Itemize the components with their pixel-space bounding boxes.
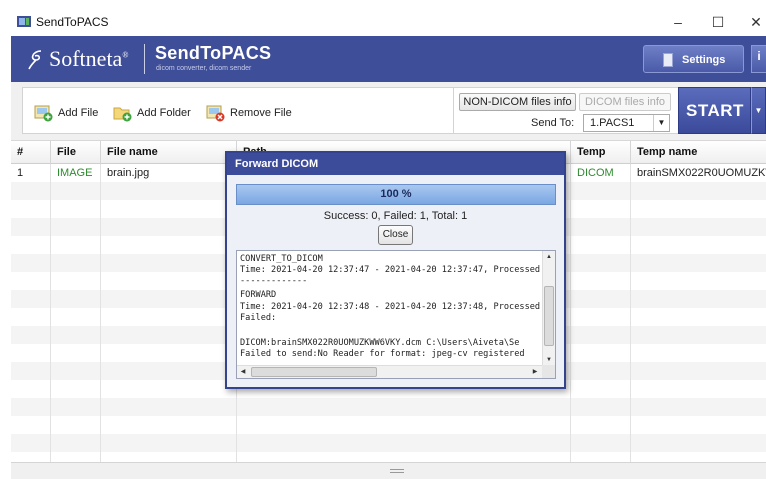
- column-divider: [570, 164, 571, 463]
- scroll-right-icon[interactable]: ▶: [529, 366, 541, 378]
- log-line: -------------: [240, 276, 308, 286]
- close-window-button[interactable]: ✕: [739, 11, 766, 33]
- progress-label: 100 %: [380, 188, 412, 200]
- app-icon: [17, 16, 31, 27]
- column-divider: [50, 164, 51, 463]
- remove-file-label: Remove File: [230, 107, 292, 119]
- scroll-thumb[interactable]: [251, 367, 377, 377]
- settings-icon: [663, 53, 673, 67]
- send-to-label: Send To:: [531, 117, 575, 129]
- row-file-name: brain.jpg: [107, 167, 150, 179]
- maximize-button[interactable]: ☐: [701, 11, 735, 33]
- add-folder-button[interactable]: Add Folder: [113, 103, 191, 123]
- dicom-info-button[interactable]: DICOM files info: [579, 93, 671, 111]
- splitter-grip[interactable]: [390, 469, 404, 473]
- log-line: Failed to send:No Reader for format: jpe…: [240, 349, 525, 359]
- row-temp-name: brainSMX022R0UOMUZKW...: [637, 167, 766, 179]
- scroll-thumb[interactable]: [544, 286, 554, 346]
- scroll-up-icon[interactable]: ▲: [543, 251, 555, 263]
- start-dropdown-button[interactable]: ▼: [751, 87, 766, 134]
- col-header-file-type[interactable]: File type: [51, 141, 101, 181]
- add-file-button[interactable]: Add File: [34, 103, 98, 123]
- row-stripe: [11, 416, 766, 434]
- dialog-title: Forward DICOM: [227, 153, 564, 175]
- send-to-select[interactable]: 1.PACS1 ▼: [583, 114, 670, 132]
- window-title: SendToPACS: [36, 15, 109, 29]
- log-horizontal-scrollbar[interactable]: ◀ ▶: [237, 365, 555, 378]
- chevron-down-icon: ▼: [653, 115, 669, 131]
- col-header-file-name[interactable]: File name: [101, 141, 237, 164]
- forward-dicom-dialog: Forward DICOM 100 % Success: 0, Failed: …: [225, 151, 566, 389]
- brand-banner: Softneta® SendToPACS dicom converter, di…: [11, 36, 766, 82]
- sendtopacs-window: SendToPACS – ☐ ✕ Softneta® SendToPACS di…: [0, 0, 766, 479]
- row-stripe: [11, 434, 766, 452]
- row-stripe: [11, 398, 766, 416]
- scroll-left-icon[interactable]: ◀: [237, 366, 249, 378]
- status-bar: [11, 462, 766, 479]
- start-label: START: [686, 101, 744, 120]
- log-vertical-scrollbar[interactable]: ▲ ▼: [542, 251, 555, 366]
- brand-name: Softneta®: [49, 46, 129, 71]
- log-line: DICOM:brainSMX022R0UOMUZKWW6VKY.dcm C:\U…: [240, 338, 520, 348]
- send-panel: NON-DICOM files info DICOM files info Se…: [453, 87, 679, 134]
- log-output[interactable]: CONVERT_TO_DICOM Time: 2021-04-20 12:37:4…: [236, 250, 556, 379]
- settings-label: Settings: [682, 54, 726, 66]
- remove-file-icon: [206, 105, 225, 121]
- settings-button[interactable]: Settings: [643, 45, 744, 73]
- start-button[interactable]: START: [678, 87, 751, 134]
- add-folder-icon: [113, 107, 132, 121]
- log-line: Time: 2021-04-20 12:37:48 - 2021-04-20 1…: [240, 302, 556, 312]
- result-summary: Success: 0, Failed: 1, Total: 1: [323, 210, 468, 222]
- log-line: Failed:: [240, 313, 277, 323]
- minimize-button[interactable]: –: [661, 11, 695, 33]
- info-button[interactable]: i: [751, 45, 766, 73]
- softneta-logo-icon: [28, 50, 42, 70]
- add-folder-label: Add Folder: [137, 107, 191, 119]
- remove-file-button[interactable]: Remove File: [206, 103, 292, 123]
- column-divider: [630, 164, 631, 463]
- toolbar: Add File Add Folder Remove File NON-DICO…: [11, 82, 766, 140]
- logo-divider: [144, 44, 145, 74]
- col-header-temp-type[interactable]: Temp type: [571, 141, 631, 181]
- row-file-type: IMAGE: [57, 167, 93, 179]
- product-tagline: dicom converter, dicom sender: [156, 65, 252, 72]
- scroll-corner: [542, 365, 555, 378]
- row-num: 1: [17, 167, 24, 179]
- dialog-close-button[interactable]: Close: [378, 225, 413, 245]
- file-actions-panel: Add File Add Folder Remove File: [22, 87, 454, 134]
- title-bar: SendToPACS – ☐ ✕: [11, 8, 766, 36]
- col-header-num[interactable]: #: [11, 141, 51, 164]
- product-name: SendToPACS: [155, 43, 272, 63]
- add-file-label: Add File: [58, 107, 99, 119]
- send-to-value: 1.PACS1: [590, 117, 635, 129]
- log-line: Time: 2021-04-20 12:37:47 - 2021-04-20 1…: [240, 265, 556, 275]
- non-dicom-info-button[interactable]: NON-DICOM files info: [459, 93, 576, 111]
- caret-down-icon: ▼: [754, 106, 763, 115]
- col-header-temp-name[interactable]: Temp name: [631, 141, 766, 164]
- row-temp-type: DICOM: [577, 167, 614, 179]
- log-line: CONVERT_TO_DICOM: [240, 254, 323, 264]
- add-file-icon: [34, 105, 53, 121]
- progress-bar: 100 %: [236, 184, 556, 205]
- log-line: FORWARD: [240, 290, 277, 300]
- column-divider: [100, 164, 101, 463]
